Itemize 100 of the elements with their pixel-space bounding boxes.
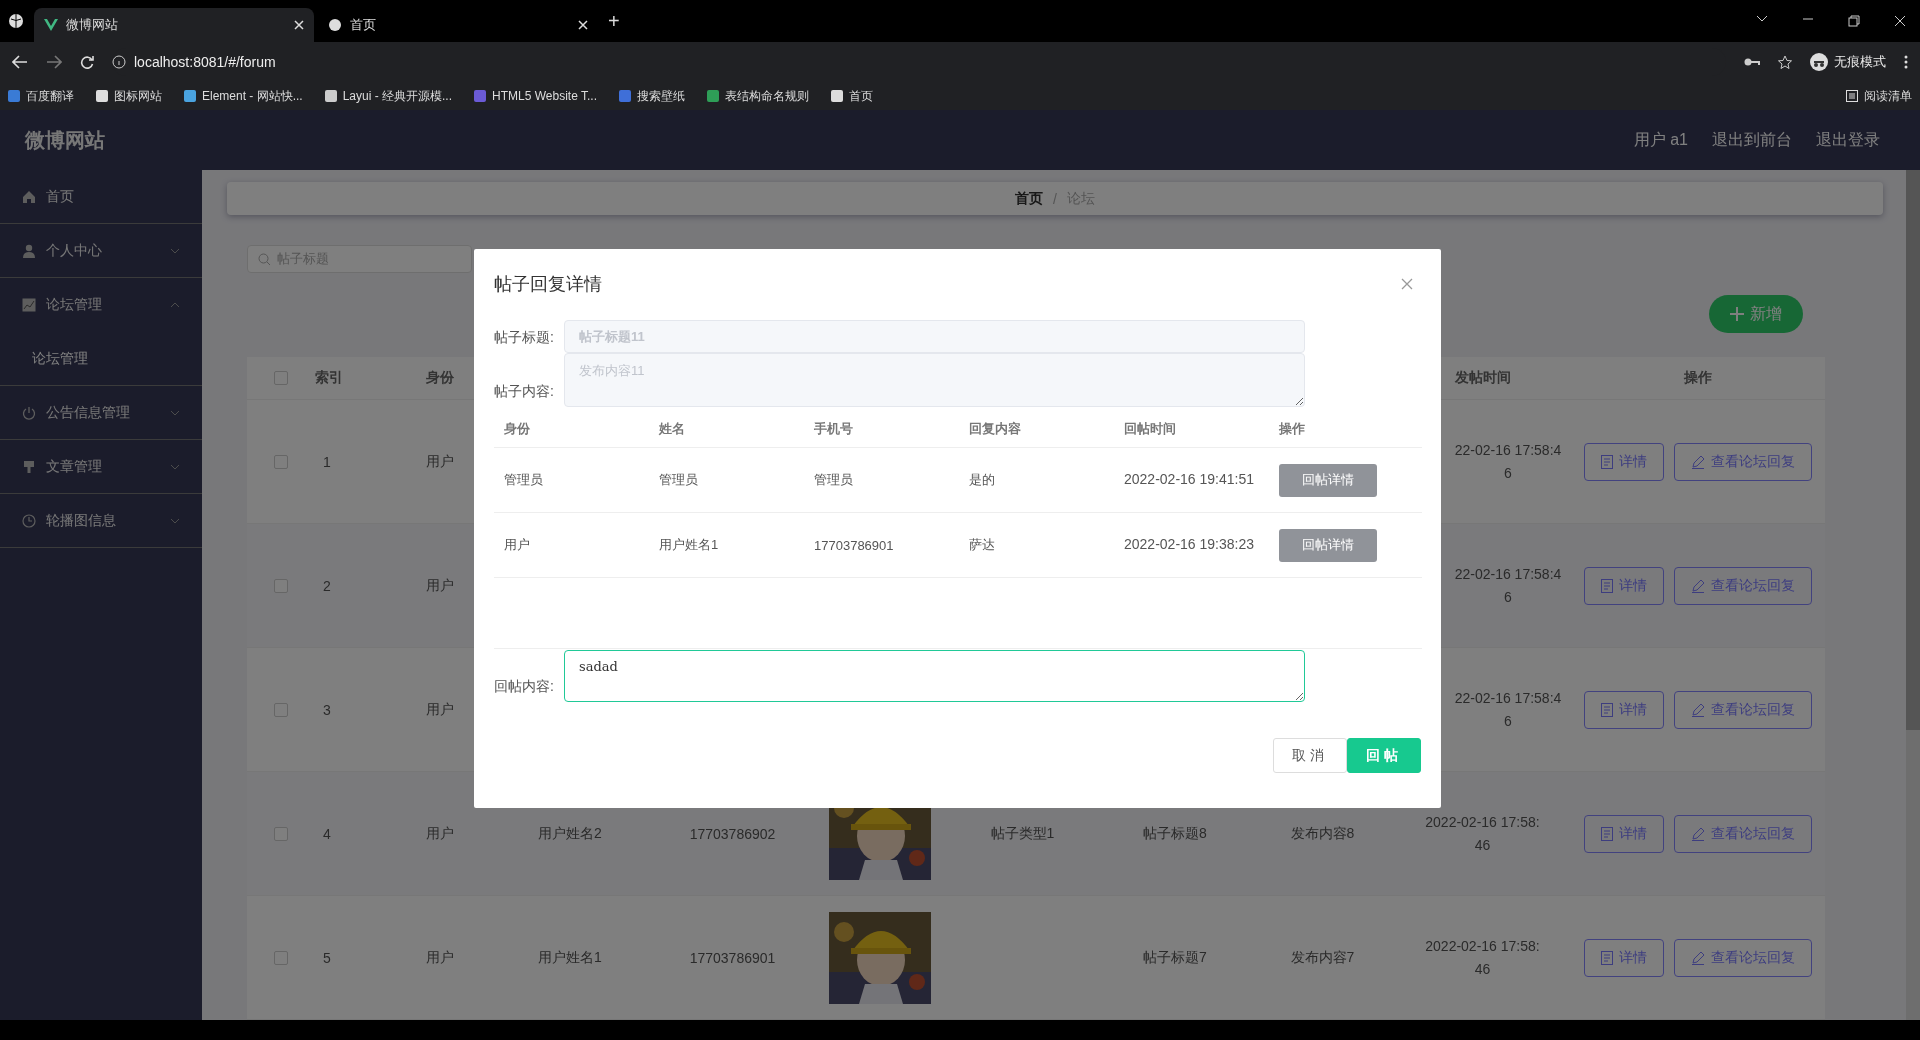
column-header: 操作 — [1279, 420, 1305, 438]
header-link[interactable]: 用户 a1 — [1633, 129, 1688, 151]
field-label: 帖子内容: — [494, 383, 555, 401]
pencil-icon — [1690, 578, 1705, 593]
header-link[interactable]: 退出到前台 — [1712, 129, 1792, 151]
chart-icon — [22, 298, 36, 312]
reading-list-link[interactable]: 阅读清单 — [1864, 87, 1912, 105]
table-cell: 用户 — [390, 896, 490, 1020]
new-tab-button[interactable]: + — [608, 9, 620, 33]
back-icon — [12, 55, 28, 69]
document-icon — [1600, 454, 1613, 469]
pencil-icon — [1690, 702, 1705, 717]
pencil-icon — [1690, 950, 1705, 965]
table-cell-text: 22-02-16 17:58:46 — [1453, 689, 1563, 731]
bookmark-link[interactable]: 首页 — [849, 87, 873, 105]
details-button[interactable]: 详情 — [1583, 938, 1664, 977]
column-header: 索引 — [315, 357, 390, 400]
clock-icon — [22, 513, 36, 528]
table-cell-text: 22-02-16 17:58:46 — [1453, 441, 1563, 483]
sidebar-item[interactable]: 首页 — [0, 170, 202, 224]
browser-tab[interactable]: 微博网站 — [34, 8, 314, 42]
document-icon — [1600, 826, 1613, 841]
document-icon — [1600, 950, 1613, 965]
reply-content-field[interactable]: sadad — [564, 650, 1305, 702]
address-field[interactable]: localhost:8081/#/forum — [134, 54, 276, 70]
table-cell-text: 2022-02-16 19:38:23 — [1124, 535, 1254, 555]
column-header: 身份 — [504, 420, 530, 438]
row-checkbox[interactable] — [274, 454, 288, 469]
minimize-icon — [1802, 15, 1814, 23]
table-cell: 帖子标题7 — [1100, 896, 1250, 1020]
pencil-icon — [1690, 454, 1705, 469]
brush-icon — [22, 459, 36, 474]
sidebar-item[interactable]: 轮播图信息 — [0, 494, 202, 548]
select-all-checkbox[interactable] — [274, 371, 288, 385]
field-label: 回帖内容: — [494, 678, 555, 696]
row-checkbox[interactable] — [274, 578, 288, 593]
row-checkbox[interactable] — [274, 826, 288, 841]
bookmark-link[interactable]: Layui - 经典开源模... — [342, 87, 453, 105]
table-cell-text: 22-02-16 17:58:46 — [1453, 565, 1563, 607]
row-checkbox[interactable] — [274, 950, 288, 965]
bookmark-icon — [8, 90, 20, 102]
table-cell: 用户 — [390, 772, 490, 896]
sidebar-item[interactable]: 公告信息管理 — [0, 386, 202, 440]
bookmark-icon — [619, 90, 631, 102]
breadcrumb-link[interactable]: 首页 — [1015, 189, 1044, 208]
cancel-button[interactable]: 取消 — [1273, 738, 1347, 773]
sidebar-item[interactable]: 文章管理 — [0, 440, 202, 494]
table-cell-text: 2022-02-16 17:58:46 — [1424, 813, 1541, 855]
reply-details-button[interactable]: 回帖详情 — [1279, 528, 1377, 562]
incognito-icon — [1810, 53, 1828, 71]
info-icon — [112, 55, 126, 69]
document-icon — [1600, 578, 1613, 593]
home-icon — [22, 189, 36, 204]
sidebar-item[interactable]: 论坛管理 — [0, 278, 202, 332]
sidebar-subitem[interactable]: 论坛管理 — [0, 332, 202, 386]
restore-icon — [1848, 15, 1860, 27]
table-cell: 17703786901 — [814, 537, 894, 553]
bookmark-link[interactable]: Element - 网站快... — [202, 87, 303, 105]
search-icon — [258, 252, 271, 266]
reply-details-button[interactable]: 回帖详情 — [1279, 463, 1377, 497]
table-cell: 用户 — [504, 536, 530, 554]
dialog-title: 帖子回复详情 — [494, 273, 603, 296]
bookmark-icon — [831, 90, 843, 102]
bookmark-icon — [707, 90, 719, 102]
details-button[interactable]: 详情 — [1583, 814, 1664, 853]
globe-icon — [8, 13, 24, 29]
power-icon — [22, 405, 36, 420]
table-cell: 4 — [315, 772, 390, 896]
user-icon — [22, 243, 36, 258]
more-icon — [1904, 55, 1908, 69]
submit-button[interactable]: 回帖 — [1347, 738, 1421, 773]
reload-icon — [80, 55, 94, 69]
breadcrumb-separator: / — [1053, 190, 1057, 207]
details-button[interactable]: 详情 — [1583, 690, 1664, 729]
table-cell: 是的 — [969, 471, 995, 489]
table-cell: 管理员 — [504, 471, 543, 489]
table-cell: 发布内容7 — [1250, 896, 1395, 1020]
bookmark-link[interactable]: 表结构命名规则 — [725, 87, 809, 105]
details-button[interactable]: 详情 — [1583, 442, 1664, 481]
column-header: 回帖时间 — [1124, 420, 1176, 438]
details-button[interactable]: 详情 — [1583, 566, 1664, 605]
bookmark-link[interactable]: 搜索壁纸 — [637, 87, 685, 105]
row-checkbox[interactable] — [274, 702, 288, 717]
bookmark-link[interactable]: HTML5 Website T... — [492, 89, 597, 103]
header-link[interactable]: 退出登录 — [1816, 129, 1880, 151]
globe-icon — [328, 18, 342, 32]
pencil-icon — [1690, 826, 1705, 841]
close-icon[interactable] — [1401, 278, 1413, 290]
star-icon — [1778, 55, 1792, 69]
table-cell: 17703786901 — [650, 896, 815, 1020]
table-cell: 萨达 — [969, 536, 995, 554]
chevron-down-icon — [1756, 15, 1768, 23]
table-cell-text: 2022-02-16 19:41:51 — [1124, 470, 1254, 490]
bookmark-icon — [324, 90, 337, 102]
bookmark-link[interactable]: 图标网站 — [114, 87, 162, 105]
sidebar-item[interactable]: 个人中心 — [0, 224, 202, 278]
table-cell: 用户姓名1 — [490, 896, 650, 1020]
scrollbar[interactable] — [1906, 170, 1920, 1020]
bookmark-link[interactable]: 百度翻译 — [26, 87, 74, 105]
column-header: 手机号 — [814, 420, 853, 438]
